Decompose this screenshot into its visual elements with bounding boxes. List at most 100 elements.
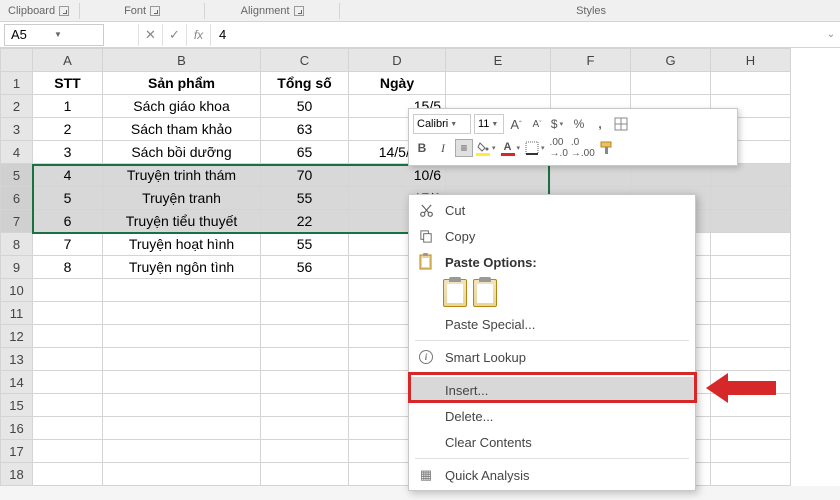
cell[interactable]: Truyện tranh — [103, 187, 261, 210]
row-header[interactable]: 9 — [1, 256, 33, 279]
bold-button[interactable]: B — [413, 139, 431, 157]
menu-item-quick-analysis[interactable]: ▦ Quick Analysis — [409, 462, 695, 488]
paste-default-button[interactable] — [443, 279, 467, 307]
increase-decimal-button[interactable]: .0→.00 — [571, 139, 595, 157]
cell[interactable] — [103, 440, 261, 463]
cell[interactable] — [711, 348, 791, 371]
cell[interactable]: Truyện tiểu thuyết — [103, 210, 261, 233]
select-all-corner[interactable] — [1, 49, 33, 72]
cell[interactable] — [261, 463, 349, 486]
cell[interactable]: 3 — [33, 141, 103, 164]
cell[interactable] — [711, 325, 791, 348]
cell[interactable]: 63 — [261, 118, 349, 141]
cell[interactable] — [103, 302, 261, 325]
font-color-button[interactable]: A▾ — [501, 139, 523, 157]
cell[interactable] — [261, 417, 349, 440]
row-header[interactable]: 10 — [1, 279, 33, 302]
cell[interactable] — [711, 210, 791, 233]
cell[interactable] — [33, 417, 103, 440]
column-header[interactable]: H — [711, 49, 791, 72]
menu-item-delete[interactable]: Delete... — [409, 403, 695, 429]
row-header[interactable]: 6 — [1, 187, 33, 210]
formula-input[interactable]: 4 — [210, 24, 822, 46]
cell[interactable] — [103, 348, 261, 371]
menu-item-insert[interactable]: Insert... — [409, 377, 695, 403]
font-family-select[interactable]: Calibri▼ — [413, 114, 471, 134]
cell[interactable] — [261, 394, 349, 417]
cell[interactable] — [446, 164, 551, 187]
cell[interactable] — [261, 279, 349, 302]
cell[interactable]: 56 — [261, 256, 349, 279]
format-cells-button[interactable] — [612, 115, 630, 133]
cell[interactable] — [261, 325, 349, 348]
cell[interactable] — [711, 417, 791, 440]
row-header[interactable]: 13 — [1, 348, 33, 371]
decrease-decimal-button[interactable]: .00→.0 — [550, 139, 568, 157]
menu-item-smart-lookup[interactable]: i Smart Lookup — [409, 344, 695, 370]
column-header[interactable]: F — [551, 49, 631, 72]
cell[interactable] — [261, 302, 349, 325]
cell[interactable]: 7 — [33, 233, 103, 256]
cell[interactable] — [711, 463, 791, 486]
comma-format-button[interactable]: , — [591, 115, 609, 133]
row-header[interactable]: 18 — [1, 463, 33, 486]
cell[interactable] — [103, 279, 261, 302]
cell[interactable]: 70 — [261, 164, 349, 187]
cell[interactable] — [33, 302, 103, 325]
cell[interactable] — [33, 440, 103, 463]
cell[interactable] — [711, 256, 791, 279]
row-header[interactable]: 16 — [1, 417, 33, 440]
row-header[interactable]: 5 — [1, 164, 33, 187]
cell[interactable] — [711, 233, 791, 256]
row-header[interactable]: 8 — [1, 233, 33, 256]
increase-font-button[interactable]: Aˆ — [507, 115, 525, 133]
cell[interactable]: 50 — [261, 95, 349, 118]
row-header[interactable]: 15 — [1, 394, 33, 417]
cell[interactable] — [711, 302, 791, 325]
row-header[interactable]: 14 — [1, 371, 33, 394]
cell[interactable]: 2 — [33, 118, 103, 141]
cell[interactable] — [103, 394, 261, 417]
cell[interactable]: Sách tham khảo — [103, 118, 261, 141]
cell[interactable]: Truyện hoạt hình — [103, 233, 261, 256]
cell[interactable]: Truyện trinh thám — [103, 164, 261, 187]
cell[interactable]: 6 — [33, 210, 103, 233]
cell[interactable] — [33, 325, 103, 348]
cell[interactable]: Ngày — [349, 72, 446, 95]
fx-button[interactable]: fx — [186, 24, 210, 46]
cell[interactable] — [33, 394, 103, 417]
row-header[interactable]: 4 — [1, 141, 33, 164]
cell[interactable] — [261, 371, 349, 394]
accept-formula-button[interactable]: ✓ — [162, 24, 186, 46]
paste-values-button[interactable] — [473, 279, 497, 307]
cell[interactable]: 5 — [33, 187, 103, 210]
cell[interactable] — [631, 72, 711, 95]
clipboard-dialog-launcher-icon[interactable] — [59, 6, 69, 16]
percent-format-button[interactable]: % — [570, 115, 588, 133]
column-header[interactable]: A — [33, 49, 103, 72]
menu-item-copy[interactable]: Copy — [409, 223, 695, 249]
cell[interactable] — [551, 164, 631, 187]
format-painter-button[interactable] — [598, 139, 616, 157]
cancel-formula-button[interactable]: ✕ — [138, 24, 162, 46]
cell[interactable]: 10/6 — [349, 164, 446, 187]
cell[interactable] — [551, 72, 631, 95]
row-header[interactable]: 3 — [1, 118, 33, 141]
cell[interactable]: STT — [33, 72, 103, 95]
cell[interactable]: Sách bồi dưỡng — [103, 141, 261, 164]
cell[interactable] — [103, 417, 261, 440]
row-header[interactable]: 17 — [1, 440, 33, 463]
menu-item-clear-contents[interactable]: Clear Contents — [409, 429, 695, 455]
cell[interactable] — [711, 187, 791, 210]
cell[interactable] — [103, 463, 261, 486]
cell[interactable] — [711, 72, 791, 95]
name-box[interactable]: A5 ▼ — [4, 24, 104, 46]
cell[interactable] — [711, 279, 791, 302]
cell[interactable] — [33, 348, 103, 371]
cell[interactable]: Truyện ngôn tình — [103, 256, 261, 279]
cell[interactable]: Sản phẩm — [103, 72, 261, 95]
font-size-select[interactable]: 11▼ — [474, 114, 504, 134]
cell[interactable] — [33, 371, 103, 394]
chevron-down-icon[interactable]: ▼ — [54, 30, 97, 39]
cell[interactable]: 65 — [261, 141, 349, 164]
